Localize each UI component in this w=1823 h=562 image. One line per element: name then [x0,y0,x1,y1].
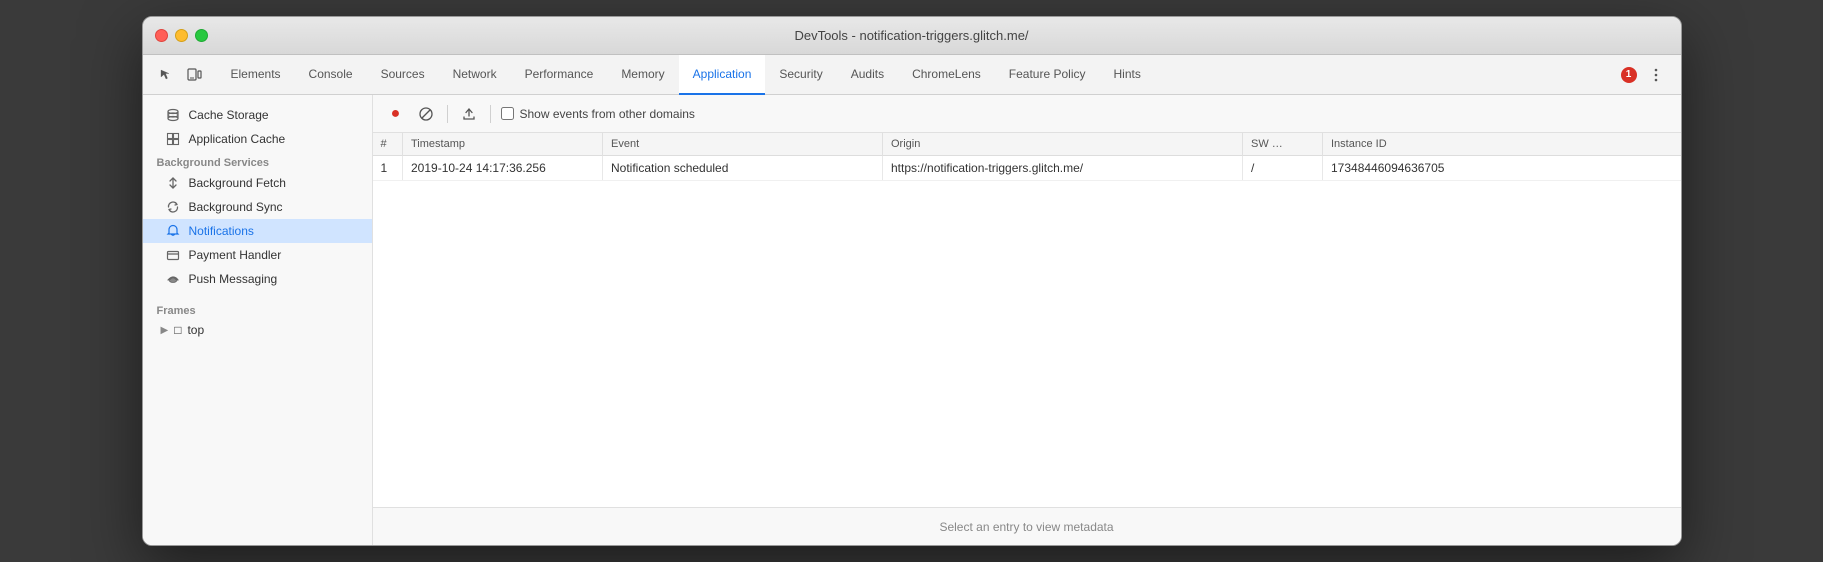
background-services-section-label: Background Services [143,151,372,171]
sidebar-item-background-sync[interactable]: Background Sync [143,195,372,219]
sidebar-item-notifications[interactable]: Notifications [143,219,372,243]
tab-bar-right: 1 [1621,62,1677,88]
show-other-domains-checkbox[interactable] [501,107,514,120]
notifications-icon [165,224,181,238]
table-container: # Timestamp Event Origin SW … Instance I… [373,133,1681,507]
notifications-table: # Timestamp Event Origin SW … Instance I… [373,133,1681,181]
table-row[interactable]: 1 2019-10-24 14:17:36.256 Notification s… [373,156,1681,181]
tab-bar: Elements Console Sources Network Perform… [143,55,1681,95]
tab-elements[interactable]: Elements [217,55,295,95]
cache-storage-label: Cache Storage [189,108,269,122]
push-messaging-label: Push Messaging [189,272,278,286]
metadata-text: Select an entry to view metadata [939,520,1113,534]
cache-storage-icon [165,108,181,122]
devtools-window: DevTools - notification-triggers.glitch.… [142,16,1682,546]
sidebar: Cache Storage Application Cache Back [143,95,373,545]
notifications-label: Notifications [189,224,254,238]
background-sync-icon [165,200,181,214]
cell-origin: https://notification-triggers.glitch.me/ [883,156,1243,181]
tab-security[interactable]: Security [765,55,836,95]
tab-console[interactable]: Console [295,55,367,95]
tab-hints[interactable]: Hints [1100,55,1155,95]
frames-section-label: Frames [143,299,372,319]
frame-icon: □ [174,323,181,337]
sidebar-item-cache-storage[interactable]: Cache Storage [143,103,372,127]
main-panel: ● [373,95,1681,545]
col-header-num: # [373,133,403,156]
chevron-right-icon: ▶ [161,325,169,336]
col-header-instance: Instance ID [1323,133,1681,156]
more-options-icon[interactable] [1643,62,1669,88]
sidebar-item-frames-top[interactable]: ▶ □ top [143,319,372,341]
sidebar-item-background-fetch[interactable]: Background Fetch [143,171,372,195]
sidebar-item-push-messaging[interactable]: Push Messaging [143,267,372,291]
close-button[interactable] [155,29,168,42]
tab-bar-icons [147,62,213,88]
minimize-button[interactable] [175,29,188,42]
device-icon[interactable] [181,62,207,88]
table-body: 1 2019-10-24 14:17:36.256 Notification s… [373,156,1681,181]
col-header-timestamp: Timestamp [403,133,603,156]
tab-performance[interactable]: Performance [511,55,608,95]
toolbar-divider-2 [490,105,491,123]
toolbar-divider [447,105,448,123]
tab-sources[interactable]: Sources [367,55,439,95]
cell-timestamp: 2019-10-24 14:17:36.256 [403,156,603,181]
background-fetch-label: Background Fetch [189,176,286,190]
error-badge[interactable]: 1 [1621,67,1637,83]
panel-toolbar: ● [373,95,1681,133]
record-button[interactable]: ● [385,103,407,125]
tab-chromelens[interactable]: ChromeLens [898,55,995,95]
upload-button[interactable] [458,103,480,125]
titlebar: DevTools - notification-triggers.glitch.… [143,17,1681,55]
show-other-domains-label: Show events from other domains [520,107,695,121]
window-title: DevTools - notification-triggers.glitch.… [794,28,1028,43]
payment-handler-icon [165,248,181,262]
cell-event: Notification scheduled [603,156,883,181]
error-count: 1 [1621,67,1637,83]
col-header-sw: SW … [1243,133,1323,156]
background-fetch-icon [165,176,181,190]
application-cache-icon [165,132,181,146]
traffic-lights [155,29,208,42]
devtools-container: Elements Console Sources Network Perform… [143,55,1681,545]
cell-sw: / [1243,156,1323,181]
tab-network[interactable]: Network [439,55,511,95]
table-header: # Timestamp Event Origin SW … Instance I… [373,133,1681,156]
frames-top-label: top [187,323,204,337]
background-sync-label: Background Sync [189,200,283,214]
tab-audits[interactable]: Audits [837,55,898,95]
metadata-bar: Select an entry to view metadata [373,507,1681,545]
tab-memory[interactable]: Memory [607,55,678,95]
sidebar-item-application-cache[interactable]: Application Cache [143,127,372,151]
tab-application[interactable]: Application [679,55,766,95]
sidebar-item-payment-handler[interactable]: Payment Handler [143,243,372,267]
col-header-event: Event [603,133,883,156]
tab-feature-policy[interactable]: Feature Policy [995,55,1100,95]
application-cache-label: Application Cache [189,132,286,146]
push-messaging-icon [165,272,181,286]
col-header-origin: Origin [883,133,1243,156]
clear-button[interactable] [415,103,437,125]
show-other-domains-checkbox-label[interactable]: Show events from other domains [501,107,695,121]
cell-instance: 17348446094636705 [1323,156,1681,181]
main-content: Cache Storage Application Cache Back [143,95,1681,545]
inspect-icon[interactable] [153,62,179,88]
maximize-button[interactable] [195,29,208,42]
cell-num: 1 [373,156,403,181]
payment-handler-label: Payment Handler [189,248,282,262]
